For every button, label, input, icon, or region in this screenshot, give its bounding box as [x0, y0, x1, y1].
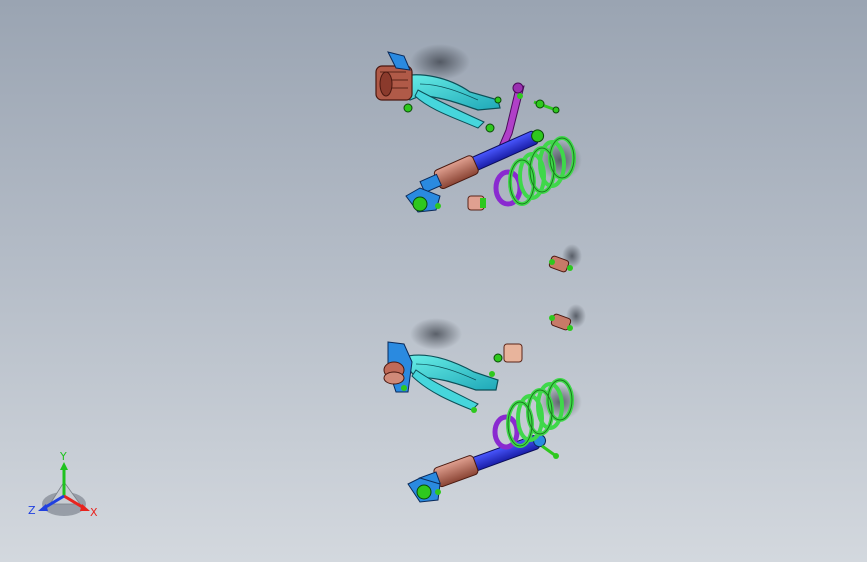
lower-arm-bracket[interactable] [383, 341, 413, 393]
lower-control-arm[interactable] [398, 354, 499, 411]
cad-viewport[interactable] [0, 0, 867, 562]
loose-bushings[interactable] [548, 244, 586, 331]
orientation-triad[interactable]: Y X Z [22, 448, 108, 524]
upper-arm-bushing[interactable] [375, 65, 413, 101]
lower-suspension-assembly[interactable] [383, 318, 582, 503]
lower-arm-shadow [410, 318, 462, 350]
x-axis-label: X [90, 506, 98, 519]
y-axis-label: Y [59, 450, 67, 463]
lower-damper-bolt[interactable] [541, 444, 559, 459]
upper-small-bushing[interactable] [467, 195, 486, 211]
upper-link-bolt[interactable] [533, 99, 560, 114]
lower-coil-spring[interactable] [492, 378, 574, 450]
z-axis-label: Z [28, 504, 36, 517]
lower-damper[interactable] [407, 429, 559, 503]
upper-damper-mount[interactable] [405, 187, 441, 213]
upper-suspension-assembly[interactable] [375, 44, 582, 213]
y-axis-arrow [60, 462, 68, 470]
